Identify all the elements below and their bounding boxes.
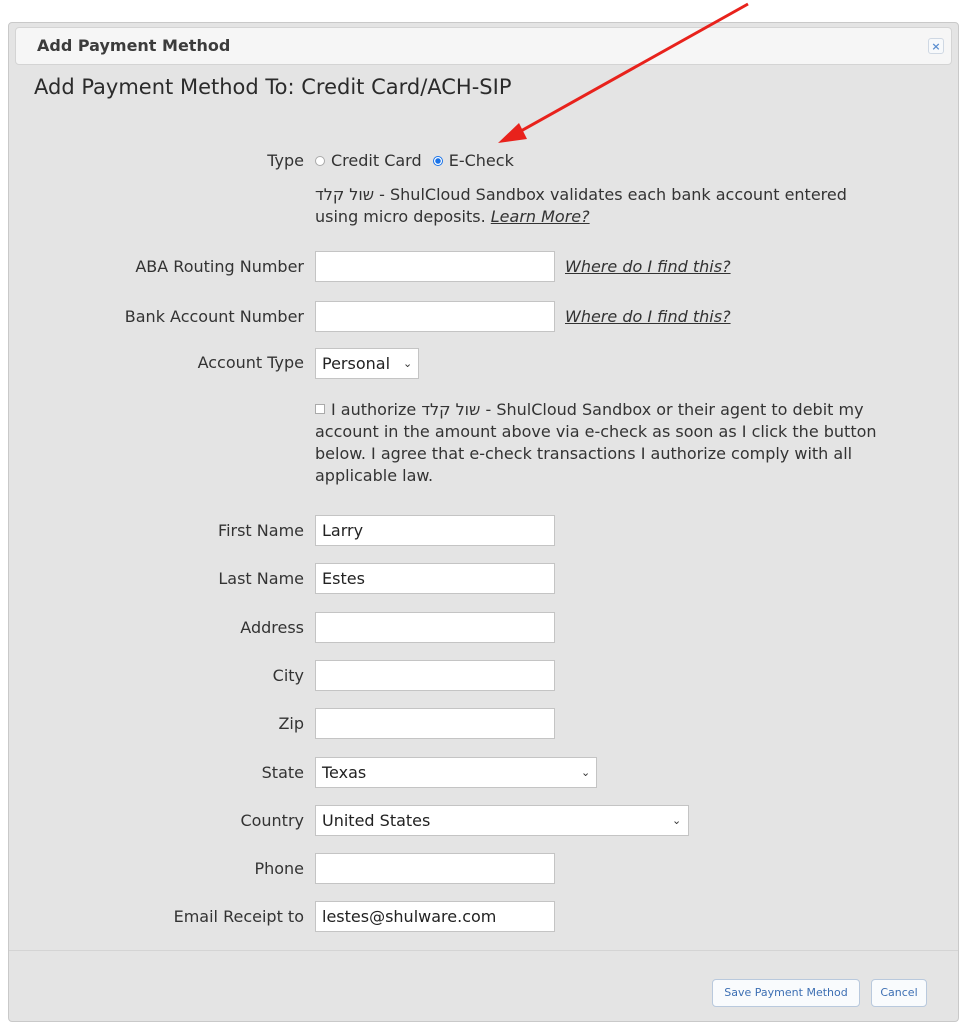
type-radio-group: Credit Card E-Check xyxy=(315,151,514,170)
address-input[interactable] xyxy=(315,612,555,643)
account-number-input[interactable] xyxy=(315,301,555,332)
learn-more-link[interactable]: Learn More? xyxy=(491,207,590,226)
dialog-footer-divider xyxy=(9,950,958,953)
routing-number-label: ABA Routing Number xyxy=(135,257,304,276)
last-name-label: Last Name xyxy=(218,569,304,588)
e-check-option-label: E-Check xyxy=(448,151,514,170)
city-input[interactable] xyxy=(315,660,555,691)
zip-label: Zip xyxy=(278,714,304,733)
dialog-title: Add Payment Method xyxy=(37,36,231,55)
page-title: Add Payment Method To: Credit Card/ACH-S… xyxy=(34,75,512,99)
state-label: State xyxy=(261,763,304,782)
close-icon[interactable]: × xyxy=(928,38,944,54)
save-payment-method-button[interactable]: Save Payment Method xyxy=(712,979,860,1007)
routing-help-link[interactable]: Where do I find this? xyxy=(565,257,731,276)
address-label: Address xyxy=(240,618,304,637)
city-label: City xyxy=(272,666,304,685)
state-value: Texas xyxy=(322,763,367,782)
phone-label: Phone xyxy=(254,859,304,878)
phone-input[interactable] xyxy=(315,853,555,884)
chevron-down-icon: ⌄ xyxy=(672,814,682,827)
email-input[interactable]: lestes@shulware.com xyxy=(315,901,555,932)
e-check-radio[interactable] xyxy=(432,155,443,166)
authorize-checkbox[interactable] xyxy=(315,403,325,414)
validation-info: שול קלד - ShulCloud Sandbox validates ea… xyxy=(315,184,875,228)
zip-input[interactable] xyxy=(315,708,555,739)
country-value: United States xyxy=(322,811,431,830)
account-type-value: Personal xyxy=(322,354,391,373)
account-type-select[interactable]: Personal ⌄ xyxy=(315,348,419,379)
first-name-label: First Name xyxy=(218,521,304,540)
add-payment-method-dialog: Add Payment Method × Add Payment Method … xyxy=(8,22,959,1022)
state-select[interactable]: Texas ⌄ xyxy=(315,757,597,788)
routing-number-input[interactable] xyxy=(315,251,555,282)
account-help-link[interactable]: Where do I find this? xyxy=(565,307,731,326)
account-number-label: Bank Account Number xyxy=(124,307,304,326)
country-label: Country xyxy=(240,811,304,830)
last-name-input[interactable]: Estes xyxy=(315,563,555,594)
chevron-down-icon: ⌄ xyxy=(581,766,591,779)
authorization-text: I authorize שול קלד - ShulCloud Sandbox … xyxy=(315,399,915,487)
chevron-down-icon: ⌄ xyxy=(403,357,413,370)
dialog-titlebar: Add Payment Method × xyxy=(15,27,952,65)
type-label: Type xyxy=(267,151,304,170)
authorization-statement: I authorize שול קלד - ShulCloud Sandbox … xyxy=(315,400,877,485)
credit-card-radio[interactable] xyxy=(315,155,325,166)
account-type-label: Account Type xyxy=(197,353,304,372)
email-label: Email Receipt to xyxy=(173,907,304,926)
first-name-input[interactable]: Larry xyxy=(315,515,555,546)
credit-card-option-label: Credit Card xyxy=(331,151,422,170)
country-select[interactable]: United States ⌄ xyxy=(315,805,689,836)
cancel-button[interactable]: Cancel xyxy=(871,979,927,1007)
